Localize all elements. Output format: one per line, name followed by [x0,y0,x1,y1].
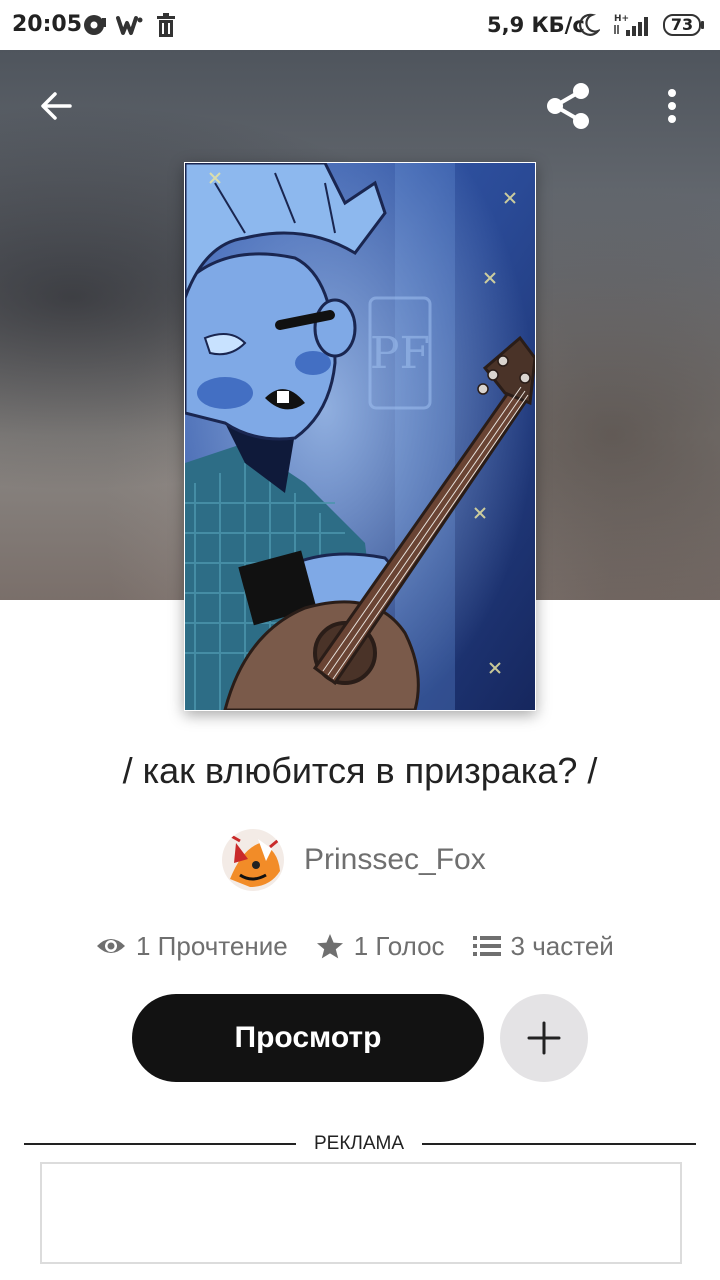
ad-container[interactable] [40,1162,682,1264]
wattpad-icon [116,16,143,35]
star-icon [316,934,343,959]
divider-line-right [422,1143,696,1145]
reads-count: 1 Прочтение [136,930,288,961]
plus-icon [527,1021,561,1055]
trash-icon [157,13,175,37]
status-bar: 20:05 5,9 КБ/с H+ 73 [0,0,720,50]
battery-level: 73 [670,15,694,34]
stat-votes: 1 Голос [316,931,445,962]
stat-parts: 3 частей [472,930,614,962]
battery-icon: 73 [663,14,705,36]
more-vertical-icon [668,89,676,123]
author-link[interactable]: Prinssec_Fox [222,828,486,892]
status-time: 20:05 [12,12,83,37]
read-button[interactable]: Просмотр [132,994,484,1082]
author-name: Prinssec_Fox [304,843,486,876]
parts-count: 3 частей [510,930,614,961]
share-button[interactable] [540,78,596,134]
list-icon [472,936,501,956]
music-app-icon [84,15,106,35]
ad-divider: РЕКЛАМА [24,1132,696,1156]
ad-label: РЕКЛАМА [313,1133,405,1154]
network-speed: 5,9 КБ/с [487,13,585,37]
votes-count: 1 Голос [353,930,445,961]
story-title: / как влюбится в призрака? / [122,750,598,791]
author-avatar-illustration [222,829,284,891]
network-type: H+ [614,14,629,24]
more-button[interactable] [652,80,692,132]
cover-watermark: PF [370,328,430,379]
cover-illustration: PF [185,163,535,710]
avatar [222,829,284,891]
stat-reads: 1 Прочтение [96,931,288,962]
eye-icon [97,939,125,953]
moon-icon [579,13,600,36]
signal-icon: H+ [614,14,648,36]
divider-line-left [24,1143,296,1145]
share-icon [547,83,589,129]
back-button[interactable] [30,80,82,132]
story-cover[interactable]: PF [184,162,536,711]
add-to-library-button[interactable] [500,994,588,1082]
story-stats: 1 Прочтение 1 Голос 3 частей [96,926,614,966]
back-arrow-icon [41,92,72,120]
